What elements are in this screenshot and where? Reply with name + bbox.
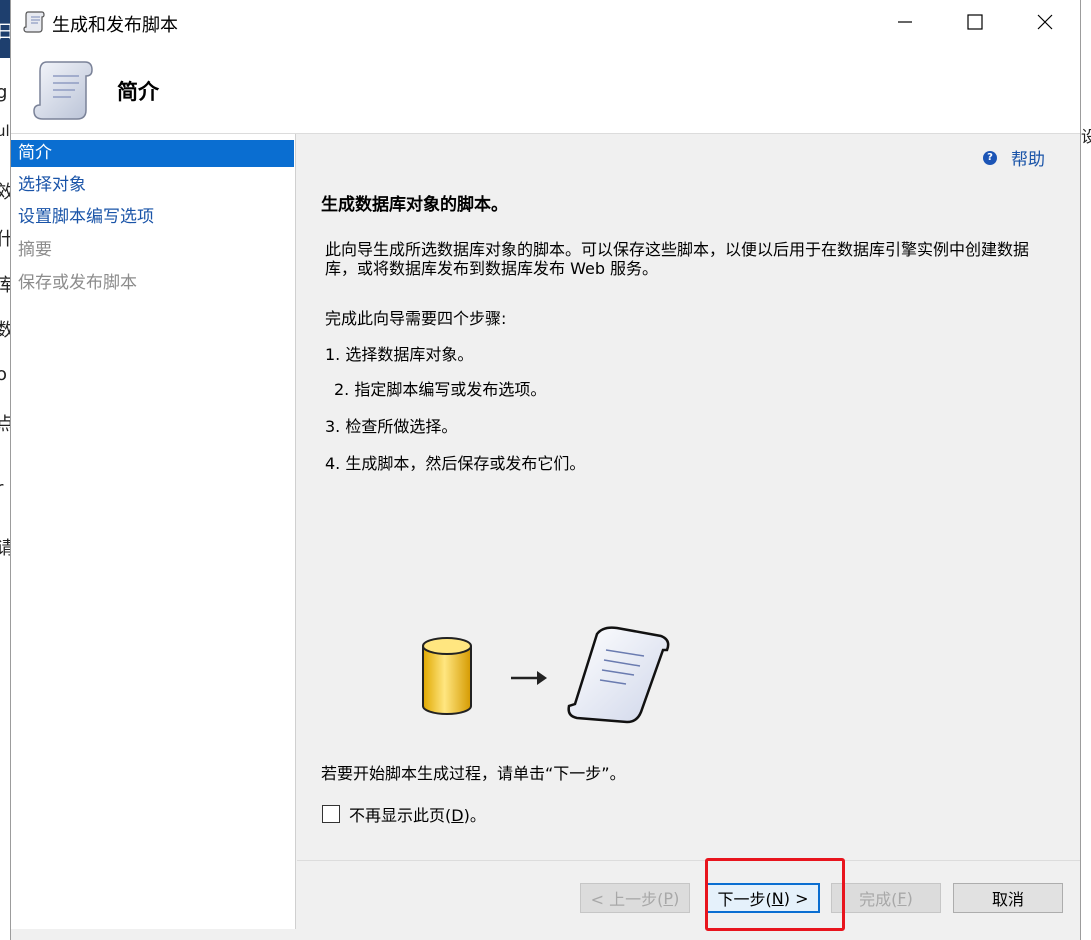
database-icon [422,637,472,715]
minimize-button[interactable] [870,0,940,44]
database-to-script-illustration [401,616,701,736]
background-text: 设 [1081,127,1091,146]
nav-item-save-or-publish: 保存或发布脚本 [18,273,137,293]
footer-divider [297,860,1080,861]
help-icon: ? [983,150,997,165]
close-button[interactable] [1010,0,1080,44]
dont-show-again-option[interactable]: 不再显示此页(D)。 [322,802,486,826]
page-title: 简介 [117,80,159,104]
generate-scripts-dialog: 生成和发布脚本 简介 简介 选择对象 设置脚本编写选项 摘要 保存或发布脚本 ?… [11,0,1080,940]
steps-intro: 完成此向导需要四个步骤: [325,309,507,328]
step-item: 4. 生成脚本，然后保存或发布它们。 [325,454,586,473]
previous-button[interactable]: < 上一步(P) [580,883,690,913]
step-item: 1. 选择数据库对象。 [325,345,474,364]
script-scroll-icon [33,61,93,120]
arrow-right-icon [511,671,547,685]
minimize-icon [898,21,912,23]
nav-item-choose-objects[interactable]: 选择对象 [11,172,294,199]
dont-show-again-label[interactable]: 不再显示此页(D)。 [349,802,486,826]
nav-item-summary: 摘要 [18,240,52,260]
nav-item-scripting-options[interactable]: 设置脚本编写选项 [11,204,294,231]
script-scroll-icon [23,11,45,33]
step-item: 3. 检查所做选择。 [325,417,458,436]
help-link[interactable]: ? 帮助 [983,145,1045,170]
background-text: o [0,364,8,385]
finish-button[interactable]: 完成(F) [831,883,941,913]
title-bar[interactable]: 生成和发布脚本 [11,0,1080,44]
wizard-content: ? 帮助 生成数据库对象的脚本。 此向导生成所选数据库对象的脚本。可以保存这些脚… [297,134,1080,860]
step-item: 2. 指定脚本编写或发布选项。 [334,380,547,399]
maximize-button[interactable] [940,0,1010,44]
content-description: 此向导生成所选数据库对象的脚本。可以保存这些脚本，以便以后用于在数据库引擎实例中… [325,240,1030,278]
next-button-highlight [705,858,845,931]
script-scroll-icon [567,626,670,724]
maximize-icon [967,14,983,30]
window-title: 生成和发布脚本 [52,15,178,36]
dont-show-again-checkbox[interactable] [322,805,340,823]
wizard-step-nav: 简介 选择对象 设置脚本编写选项 摘要 保存或发布脚本 [11,134,296,929]
cancel-button[interactable]: 取消 [953,883,1063,913]
background-text: ul [0,122,10,140]
start-instruction: 若要开始脚本生成过程，请单击“下一步”。 [321,764,626,783]
help-label: 帮助 [1011,150,1045,170]
close-icon [1037,14,1053,30]
background-text: r [0,478,3,499]
nav-item-introduction[interactable]: 简介 [11,140,294,167]
background-app-right: 设 [1080,0,1091,940]
content-heading: 生成数据库对象的脚本。 [321,195,508,215]
wizard-header: 简介 [11,44,1080,134]
background-text: g [0,82,8,103]
